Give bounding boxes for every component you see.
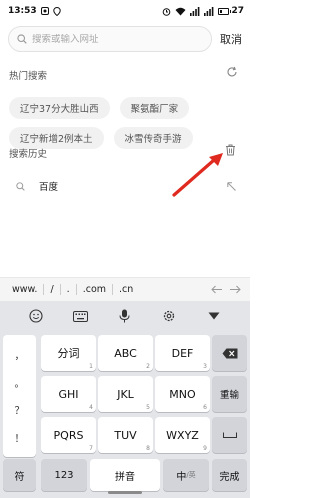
hot-tag[interactable]: 辽宁37分大胜山西	[9, 97, 110, 119]
history-title: 搜索历史	[9, 149, 48, 160]
hot-tag[interactable]: 冰雪传奇手游	[113, 127, 193, 149]
symbol-key[interactable]: 符	[3, 459, 36, 491]
key-label: PQRS	[53, 428, 84, 442]
url-key-com[interactable]: .com	[77, 278, 112, 301]
language-switch-key[interactable]: 中/英	[163, 459, 209, 491]
key-label: TUV	[114, 428, 137, 442]
key-sub-label: 4	[89, 404, 93, 411]
punct-key[interactable]: 。	[15, 375, 25, 390]
key-label: DEF	[171, 346, 194, 360]
status-time: 13:53	[8, 6, 37, 16]
retype-key[interactable]: 重输	[212, 376, 247, 412]
pinyin-space-key[interactable]: 拼音	[90, 459, 160, 491]
microphone-icon[interactable]	[115, 306, 135, 326]
hot-search-tags: 辽宁37分大胜山西 聚氨酯厂家 辽宁新增2例本土 冰雪传奇手游	[9, 97, 244, 149]
punct-key[interactable]: ！	[15, 430, 25, 445]
punctuation-column[interactable]: ， 。 ？ ！	[3, 335, 36, 457]
cancel-button[interactable]: 取消	[220, 31, 242, 47]
search-row: 取消	[0, 24, 250, 54]
lang-sub: /英	[186, 471, 196, 479]
cursor-right-icon[interactable]	[226, 285, 244, 294]
hot-search-title: 热门搜索	[9, 71, 48, 82]
fill-arrow-icon[interactable]	[227, 181, 236, 191]
keyboard-toolbar	[0, 301, 250, 331]
search-icon	[16, 181, 25, 191]
key-label: MNO	[169, 387, 196, 401]
key-label: GHI	[58, 387, 79, 401]
hot-tag[interactable]: 聚氨酯厂家	[119, 97, 190, 119]
keyboard: ， 。 ？ ！ 分词 1 ABC 2 DEF 3 GHI 4 JKL 5 MNO 6 重输 …	[0, 301, 250, 498]
refresh-icon[interactable]	[226, 66, 238, 78]
url-key-dot[interactable]: .	[61, 278, 76, 301]
key-label: JKL	[117, 387, 134, 401]
history-item[interactable]: 百度	[0, 172, 250, 200]
status-bar: 13:53 27	[0, 0, 250, 22]
search-box[interactable]	[8, 26, 212, 52]
key-fenci[interactable]: 分词 1	[41, 335, 96, 371]
battery-percent: 27	[231, 6, 244, 16]
key-sub-label: 2	[146, 363, 150, 370]
search-input[interactable]	[32, 33, 203, 45]
settings-icon[interactable]	[159, 306, 179, 326]
lang-main: 中	[176, 471, 187, 483]
key-label: 分词	[57, 347, 80, 360]
wifi-icon	[175, 7, 186, 15]
battery-icon	[218, 7, 232, 15]
key-wxyz[interactable]: WXYZ 9	[155, 417, 210, 453]
key-sub-label: 3	[203, 363, 207, 370]
key-jkl[interactable]: JKL 5	[98, 376, 153, 412]
url-key-cn[interactable]: .cn	[113, 278, 139, 301]
alarm-icon	[163, 7, 171, 16]
space-icon	[222, 432, 237, 438]
key-mno[interactable]: MNO 6	[155, 376, 210, 412]
backspace-icon	[222, 348, 237, 358]
location-icon	[52, 6, 61, 16]
home-indicator	[108, 491, 142, 494]
key-abc[interactable]: ABC 2	[98, 335, 153, 371]
url-key-slash[interactable]: /	[44, 278, 59, 301]
collapse-keyboard-icon[interactable]	[204, 306, 224, 326]
done-key[interactable]: 完成	[212, 459, 247, 491]
space-key[interactable]	[212, 417, 247, 453]
key-sub-label: 5	[146, 404, 150, 411]
keyboard-icon[interactable]	[71, 306, 91, 326]
url-key-www[interactable]: www.	[6, 278, 43, 301]
key-ghi[interactable]: GHI 4	[41, 376, 96, 412]
number-key[interactable]: 123	[41, 459, 87, 491]
history-item-label: 百度	[39, 182, 59, 193]
punct-key[interactable]: ，	[15, 347, 25, 362]
key-pqrs[interactable]: PQRS 7	[41, 417, 96, 453]
key-sub-label: 7	[89, 445, 93, 452]
key-sub-label: 6	[203, 404, 207, 411]
key-sub-label: 9	[203, 445, 207, 452]
search-icon	[17, 34, 27, 44]
url-shortcut-bar: www. / . .com .cn	[0, 277, 250, 301]
key-tuv[interactable]: TUV 8	[98, 417, 153, 453]
key-label: ABC	[114, 346, 137, 360]
battery-indicator: 27	[218, 6, 244, 16]
notification-icon	[40, 7, 49, 15]
key-label: WXYZ	[166, 428, 199, 442]
key-def[interactable]: DEF 3	[155, 335, 210, 371]
key-sub-label: 1	[89, 363, 93, 370]
punct-key[interactable]: ？	[15, 402, 25, 417]
backspace-key[interactable]	[212, 335, 247, 371]
key-sub-label: 8	[146, 445, 150, 452]
signal-icon-2	[204, 6, 214, 16]
emoji-icon[interactable]	[26, 306, 46, 326]
cursor-left-icon[interactable]	[208, 285, 226, 294]
signal-icon	[190, 6, 200, 16]
trash-icon[interactable]	[225, 144, 236, 156]
